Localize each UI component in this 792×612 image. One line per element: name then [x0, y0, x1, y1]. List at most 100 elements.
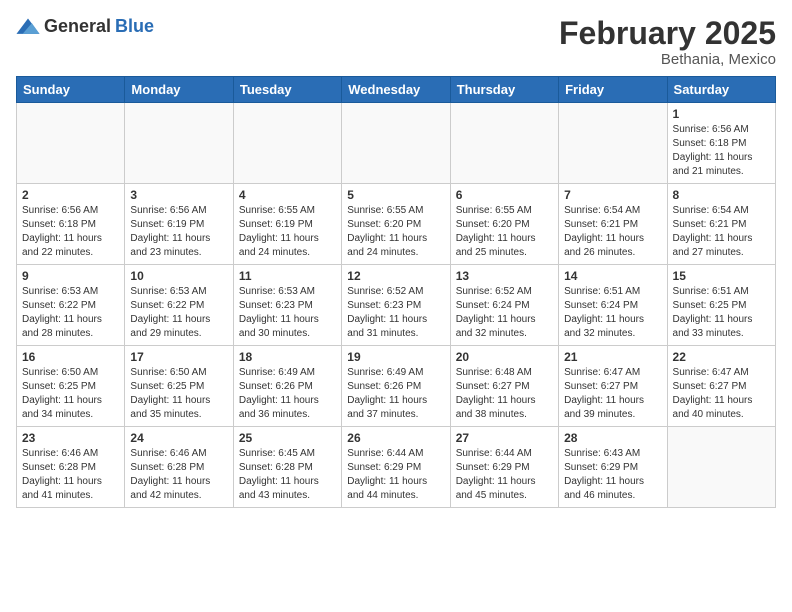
day-info: Sunrise: 6:46 AMSunset: 6:28 PMDaylight:…	[130, 447, 227, 503]
day-info: Sunrise: 6:52 AMSunset: 6:24 PMDaylight:…	[456, 285, 553, 341]
day-number: 17	[130, 350, 227, 364]
day-number: 27	[456, 431, 553, 445]
calendar-cell: 27 Sunrise: 6:44 AMSunset: 6:29 PMDayligh…	[450, 427, 558, 508]
day-number: 2	[22, 188, 119, 202]
day-number: 28	[564, 431, 661, 445]
col-header-wednesday: Wednesday	[342, 77, 450, 103]
day-info: Sunrise: 6:53 AMSunset: 6:22 PMDaylight:…	[130, 285, 227, 341]
day-number: 16	[22, 350, 119, 364]
calendar-cell: 28 Sunrise: 6:43 AMSunset: 6:29 PMDayligh…	[559, 427, 667, 508]
day-info: Sunrise: 6:43 AMSunset: 6:29 PMDaylight:…	[564, 447, 661, 503]
calendar-cell: 13 Sunrise: 6:52 AMSunset: 6:24 PMDayligh…	[450, 265, 558, 346]
day-info: Sunrise: 6:54 AMSunset: 6:21 PMDaylight:…	[564, 204, 661, 260]
day-number: 6	[456, 188, 553, 202]
calendar-cell: 20 Sunrise: 6:48 AMSunset: 6:27 PMDayligh…	[450, 346, 558, 427]
day-info: Sunrise: 6:53 AMSunset: 6:22 PMDaylight:…	[22, 285, 119, 341]
col-header-monday: Monday	[125, 77, 233, 103]
day-number: 20	[456, 350, 553, 364]
calendar-cell: 9 Sunrise: 6:53 AMSunset: 6:22 PMDaylight…	[17, 265, 125, 346]
day-info: Sunrise: 6:56 AMSunset: 6:18 PMDaylight:…	[22, 204, 119, 260]
day-info: Sunrise: 6:52 AMSunset: 6:23 PMDaylight:…	[347, 285, 444, 341]
day-number: 26	[347, 431, 444, 445]
page-header: GeneralBlue February 2025 Bethania, Mexi…	[16, 16, 776, 68]
calendar-cell: 26 Sunrise: 6:44 AMSunset: 6:29 PMDayligh…	[342, 427, 450, 508]
day-number: 19	[347, 350, 444, 364]
logo: GeneralBlue	[16, 16, 154, 37]
day-number: 10	[130, 269, 227, 283]
day-number: 12	[347, 269, 444, 283]
col-header-thursday: Thursday	[450, 77, 558, 103]
calendar-cell: 18 Sunrise: 6:49 AMSunset: 6:26 PMDayligh…	[233, 346, 341, 427]
logo-blue: Blue	[115, 16, 154, 37]
day-info: Sunrise: 6:50 AMSunset: 6:25 PMDaylight:…	[22, 366, 119, 422]
day-info: Sunrise: 6:47 AMSunset: 6:27 PMDaylight:…	[564, 366, 661, 422]
day-info: Sunrise: 6:47 AMSunset: 6:27 PMDaylight:…	[673, 366, 770, 422]
calendar-cell	[559, 103, 667, 184]
day-number: 22	[673, 350, 770, 364]
day-number: 13	[456, 269, 553, 283]
col-header-friday: Friday	[559, 77, 667, 103]
day-number: 3	[130, 188, 227, 202]
calendar-cell	[125, 103, 233, 184]
day-number: 23	[22, 431, 119, 445]
day-number: 5	[347, 188, 444, 202]
day-number: 18	[239, 350, 336, 364]
logo-general: General	[44, 16, 111, 37]
day-info: Sunrise: 6:46 AMSunset: 6:28 PMDaylight:…	[22, 447, 119, 503]
calendar-cell	[342, 103, 450, 184]
calendar-cell: 5 Sunrise: 6:55 AMSunset: 6:20 PMDaylight…	[342, 184, 450, 265]
day-info: Sunrise: 6:49 AMSunset: 6:26 PMDaylight:…	[239, 366, 336, 422]
calendar-cell	[233, 103, 341, 184]
calendar-cell	[17, 103, 125, 184]
logo-icon	[16, 17, 40, 37]
calendar-cell	[667, 427, 775, 508]
day-info: Sunrise: 6:51 AMSunset: 6:24 PMDaylight:…	[564, 285, 661, 341]
calendar-week-row: 1Sunrise: 6:56 AMSunset: 6:18 PMDaylight…	[17, 103, 776, 184]
calendar-cell: 12 Sunrise: 6:52 AMSunset: 6:23 PMDayligh…	[342, 265, 450, 346]
calendar-table: SundayMondayTuesdayWednesdayThursdayFrid…	[16, 76, 776, 508]
calendar-cell: 11 Sunrise: 6:53 AMSunset: 6:23 PMDayligh…	[233, 265, 341, 346]
day-number: 21	[564, 350, 661, 364]
day-info: Sunrise: 6:53 AMSunset: 6:23 PMDaylight:…	[239, 285, 336, 341]
calendar-cell: 19 Sunrise: 6:49 AMSunset: 6:26 PMDayligh…	[342, 346, 450, 427]
day-info: Sunrise: 6:44 AMSunset: 6:29 PMDaylight:…	[456, 447, 553, 503]
day-info: Sunrise: 6:51 AMSunset: 6:25 PMDaylight:…	[673, 285, 770, 341]
day-info: Sunrise: 6:54 AMSunset: 6:21 PMDaylight:…	[673, 204, 770, 260]
day-number: 24	[130, 431, 227, 445]
calendar-cell: 8 Sunrise: 6:54 AMSunset: 6:21 PMDaylight…	[667, 184, 775, 265]
day-info: Sunrise: 6:49 AMSunset: 6:26 PMDaylight:…	[347, 366, 444, 422]
day-info: Sunrise: 6:55 AMSunset: 6:20 PMDaylight:…	[347, 204, 444, 260]
calendar-cell: 4 Sunrise: 6:55 AMSunset: 6:19 PMDaylight…	[233, 184, 341, 265]
col-header-tuesday: Tuesday	[233, 77, 341, 103]
location: Bethania, Mexico	[559, 51, 776, 68]
day-number: 15	[673, 269, 770, 283]
col-header-sunday: Sunday	[17, 77, 125, 103]
calendar-cell: 23 Sunrise: 6:46 AMSunset: 6:28 PMDayligh…	[17, 427, 125, 508]
day-number: 9	[22, 269, 119, 283]
calendar-cell: 2 Sunrise: 6:56 AMSunset: 6:18 PMDaylight…	[17, 184, 125, 265]
month-title: February 2025	[559, 16, 776, 51]
day-number: 8	[673, 188, 770, 202]
calendar-cell: 1Sunrise: 6:56 AMSunset: 6:18 PMDaylight…	[667, 103, 775, 184]
calendar-cell: 16 Sunrise: 6:50 AMSunset: 6:25 PMDayligh…	[17, 346, 125, 427]
calendar-cell: 14Sunrise: 6:51 AMSunset: 6:24 PMDayligh…	[559, 265, 667, 346]
calendar-week-row: 2 Sunrise: 6:56 AMSunset: 6:18 PMDaylight…	[17, 184, 776, 265]
day-number: 4	[239, 188, 336, 202]
calendar-cell: 21 Sunrise: 6:47 AMSunset: 6:27 PMDayligh…	[559, 346, 667, 427]
calendar-cell: 25Sunrise: 6:45 AMSunset: 6:28 PMDayligh…	[233, 427, 341, 508]
day-info: Sunrise: 6:50 AMSunset: 6:25 PMDaylight:…	[130, 366, 227, 422]
calendar-cell: 15 Sunrise: 6:51 AMSunset: 6:25 PMDayligh…	[667, 265, 775, 346]
day-number: 11	[239, 269, 336, 283]
day-info: Sunrise: 6:56 AMSunset: 6:18 PMDaylight:…	[673, 123, 770, 179]
day-info: Sunrise: 6:55 AMSunset: 6:19 PMDaylight:…	[239, 204, 336, 260]
calendar-cell: 17 Sunrise: 6:50 AMSunset: 6:25 PMDayligh…	[125, 346, 233, 427]
day-info: Sunrise: 6:55 AMSunset: 6:20 PMDaylight:…	[456, 204, 553, 260]
day-info: Sunrise: 6:48 AMSunset: 6:27 PMDaylight:…	[456, 366, 553, 422]
title-area: February 2025 Bethania, Mexico	[559, 16, 776, 68]
day-number: 7	[564, 188, 661, 202]
day-info: Sunrise: 6:44 AMSunset: 6:29 PMDaylight:…	[347, 447, 444, 503]
day-info: Sunrise: 6:56 AMSunset: 6:19 PMDaylight:…	[130, 204, 227, 260]
calendar-cell: 22 Sunrise: 6:47 AMSunset: 6:27 PMDayligh…	[667, 346, 775, 427]
calendar-cell	[450, 103, 558, 184]
day-number: 25	[239, 431, 336, 445]
